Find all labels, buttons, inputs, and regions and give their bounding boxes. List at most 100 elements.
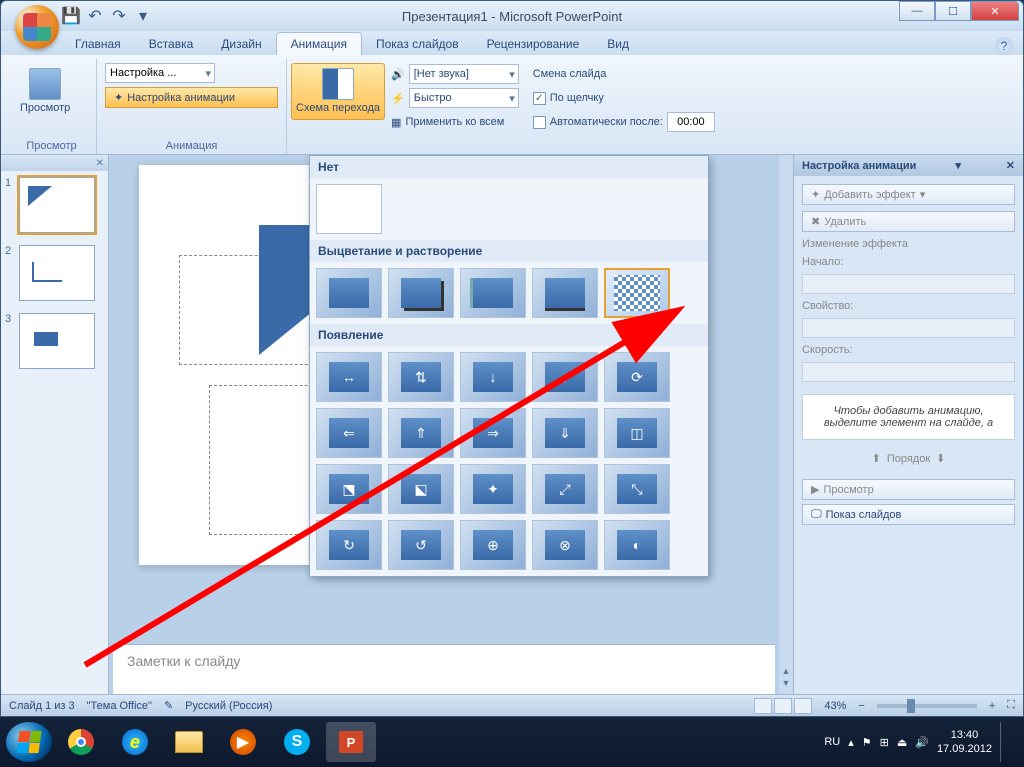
pane-dropdown-icon[interactable]: ▾ <box>955 159 961 172</box>
transition-item[interactable]: ◐ <box>604 520 670 570</box>
show-desktop-button[interactable] <box>1000 722 1010 762</box>
minimize-button[interactable]: — <box>899 1 935 21</box>
task-skype[interactable]: S <box>272 722 322 762</box>
scroll-down-icon[interactable]: ▼ <box>782 678 791 688</box>
tab-insert[interactable]: Вставка <box>135 33 208 55</box>
preview-button[interactable]: Просмотр <box>15 63 75 120</box>
tab-home[interactable]: Главная <box>61 33 135 55</box>
auto-after-time[interactable] <box>667 112 715 132</box>
task-powerpoint[interactable]: P <box>326 722 376 762</box>
notes-area[interactable]: Заметки к слайду <box>113 644 775 694</box>
transition-item[interactable]: ⇒ <box>460 408 526 458</box>
start-button[interactable] <box>6 722 52 762</box>
order-down-icon[interactable]: ⬇ <box>936 452 945 465</box>
sorter-view-button[interactable] <box>774 698 792 714</box>
speed-dropdown[interactable]: Быстро <box>409 88 519 108</box>
property-dropdown[interactable] <box>802 318 1015 338</box>
language-indicator[interactable]: Русский (Россия) <box>185 700 272 712</box>
spellcheck-icon[interactable]: ✎ <box>164 699 173 712</box>
office-button[interactable] <box>15 5 59 49</box>
transition-item[interactable]: ⊕ <box>460 520 526 570</box>
transition-item[interactable]: ⤢ <box>532 464 598 514</box>
scrollbar-vertical[interactable]: ▲ ▼ <box>779 155 793 694</box>
sound-dropdown[interactable]: [Нет звука] <box>409 64 519 84</box>
remove-effect-button[interactable]: ✖Удалить <box>802 211 1015 232</box>
tab-design[interactable]: Дизайн <box>207 33 275 55</box>
tray-network-icon[interactable]: ⊞ <box>880 736 889 749</box>
zoom-out-icon[interactable]: − <box>858 700 864 712</box>
tab-animation[interactable]: Анимация <box>276 32 362 55</box>
task-explorer[interactable] <box>164 722 214 762</box>
pane-close-icon[interactable]: ✕ <box>1006 159 1015 172</box>
maximize-button[interactable]: ☐ <box>935 1 971 21</box>
transition-item[interactable]: ↓ <box>460 352 526 402</box>
tray-lang[interactable]: RU <box>824 736 840 748</box>
transition-item[interactable]: ↺ <box>388 520 454 570</box>
ribbon: Просмотр Просмотр Настройка ... ✦ Настро… <box>1 55 1023 155</box>
tray-safely-remove-icon[interactable]: ⏏ <box>897 736 907 749</box>
transition-item[interactable]: ⇅ <box>388 352 454 402</box>
transition-fade-1[interactable] <box>316 268 382 318</box>
close-button[interactable]: ✕ <box>971 1 1019 21</box>
fit-window-icon[interactable]: ⛶ <box>1007 699 1015 712</box>
redo-icon[interactable]: ↷ <box>109 6 129 26</box>
tab-slideshow[interactable]: Показ слайдов <box>362 33 473 55</box>
tray-clock[interactable]: 13:40 17.09.2012 <box>937 728 992 757</box>
task-chrome[interactable] <box>56 722 106 762</box>
transition-item[interactable]: ◫ <box>604 408 670 458</box>
transition-fade-3[interactable] <box>460 268 526 318</box>
transition-item[interactable]: ⇐ <box>316 408 382 458</box>
save-icon[interactable]: 💾 <box>61 6 81 26</box>
transition-fade-2[interactable] <box>388 268 454 318</box>
scroll-up-icon[interactable]: ▲ <box>782 666 791 676</box>
slideshow-view-button[interactable] <box>794 698 812 714</box>
start-dropdown[interactable] <box>802 274 1015 294</box>
transition-item[interactable]: ⬔ <box>316 464 382 514</box>
transition-item[interactable]: ⬕ <box>388 464 454 514</box>
add-effect-button[interactable]: ✦Добавить эффект ▾ <box>802 184 1015 205</box>
task-media[interactable]: ▶ <box>218 722 268 762</box>
order-up-icon[interactable]: ⬆ <box>872 452 881 465</box>
thumb-1[interactable]: 1 <box>1 171 108 239</box>
quick-access-toolbar: 💾 ↶ ↷ ▾ <box>61 6 153 26</box>
transition-item[interactable]: ⊗ <box>532 520 598 570</box>
transition-item[interactable]: ↔ <box>316 352 382 402</box>
transition-none[interactable] <box>316 184 382 234</box>
transition-fade-4[interactable] <box>532 268 598 318</box>
transition-item[interactable]: ⇑ <box>388 408 454 458</box>
thumbs-close-icon[interactable]: ✕ <box>96 158 104 169</box>
transition-item[interactable]: ⤡ <box>604 464 670 514</box>
transition-item[interactable]: ⟳ <box>604 352 670 402</box>
tab-view[interactable]: Вид <box>593 33 643 55</box>
undo-icon[interactable]: ↶ <box>85 6 105 26</box>
theme-indicator: "Тема Office" <box>87 700 152 712</box>
transition-item[interactable]: ↻ <box>316 520 382 570</box>
tray-volume-icon[interactable]: 🔊 <box>915 736 929 749</box>
transition-dissolve[interactable] <box>604 268 670 318</box>
custom-animation-button[interactable]: ✦ Настройка анимации <box>105 87 278 108</box>
normal-view-button[interactable] <box>754 698 772 714</box>
zoom-slider[interactable] <box>877 704 977 708</box>
help-icon[interactable]: ? <box>995 37 1013 55</box>
zoom-level[interactable]: 43% <box>824 700 846 712</box>
preview-animation-button[interactable]: ▶Просмотр <box>802 479 1015 500</box>
zoom-in-icon[interactable]: + <box>989 700 995 712</box>
slideshow-button[interactable]: 🖵Показ слайдов <box>802 504 1015 525</box>
thumb-3[interactable]: 3 <box>1 307 108 375</box>
on-click-checkbox[interactable]: ✓ <box>533 92 546 105</box>
custom-animation-dropdown[interactable]: Настройка ... <box>105 63 215 83</box>
tray-show-hidden-icon[interactable]: ▴ <box>848 736 854 749</box>
auto-after-checkbox[interactable] <box>533 116 546 129</box>
qat-more-icon[interactable]: ▾ <box>133 6 153 26</box>
tab-review[interactable]: Рецензирование <box>473 33 594 55</box>
task-ie[interactable]: e <box>110 722 160 762</box>
thumb-2[interactable]: 2 <box>1 239 108 307</box>
transition-item[interactable]: ⇓ <box>532 408 598 458</box>
transition-scheme-button[interactable]: Схема перехода <box>291 63 385 120</box>
zoom-thumb[interactable] <box>907 699 915 713</box>
apply-all-button[interactable]: ▦Применить ко всем <box>391 111 519 133</box>
transition-item[interactable]: ✦ <box>460 464 526 514</box>
transition-item[interactable]: ↑ <box>532 352 598 402</box>
tray-flag-icon[interactable]: ⚑ <box>862 736 872 749</box>
speed-dropdown[interactable] <box>802 362 1015 382</box>
